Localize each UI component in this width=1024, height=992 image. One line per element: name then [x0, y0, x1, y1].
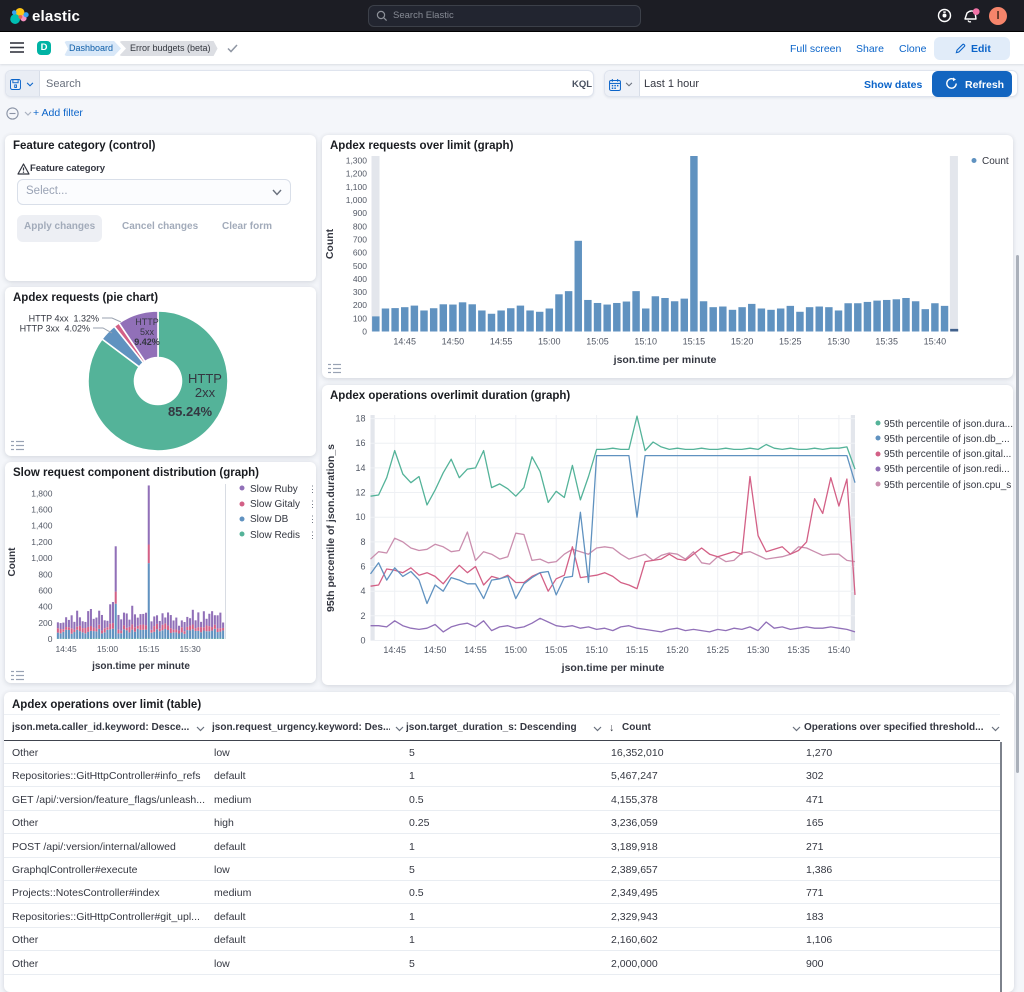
- svg-text:15:25: 15:25: [706, 645, 729, 655]
- svg-text:15:00: 15:00: [97, 644, 119, 654]
- svg-text:900: 900: [353, 208, 367, 218]
- svg-text:15:30: 15:30: [827, 337, 850, 347]
- svg-text:400: 400: [38, 602, 52, 612]
- svg-text:1,200: 1,200: [346, 169, 368, 179]
- svg-text:400: 400: [353, 274, 367, 284]
- svg-text:⋮: ⋮: [308, 484, 316, 494]
- svg-text:14:45: 14:45: [393, 337, 416, 347]
- svg-text:5xx: 5xx: [140, 327, 155, 337]
- svg-text:15:20: 15:20: [731, 337, 754, 347]
- svg-text:HTTP 4xx 1.32%: HTTP 4xx 1.32%: [29, 314, 99, 324]
- svg-text:15:30: 15:30: [179, 644, 201, 654]
- svg-text:600: 600: [38, 586, 52, 596]
- svg-text:0: 0: [362, 327, 367, 337]
- svg-text:⋮: ⋮: [308, 514, 316, 524]
- svg-text:1,400: 1,400: [31, 521, 53, 531]
- svg-text:85.24%: 85.24%: [168, 404, 213, 419]
- svg-text:15:15: 15:15: [138, 644, 160, 654]
- svg-text:15:05: 15:05: [586, 337, 609, 347]
- svg-text:95th percentile of json.durati: 95th percentile of json.duration_s: [325, 444, 337, 612]
- svg-text:15:30: 15:30: [747, 645, 770, 655]
- svg-text:Count: Count: [982, 156, 1009, 167]
- svg-text:15:40: 15:40: [924, 337, 947, 347]
- svg-text:8: 8: [360, 537, 365, 547]
- svg-text:700: 700: [353, 235, 367, 245]
- svg-text:14:50: 14:50: [442, 337, 465, 347]
- svg-text:600: 600: [353, 248, 367, 258]
- svg-text:95th percentile of json.dura..: 95th percentile of json.dura...: [884, 419, 1013, 430]
- svg-text:14:50: 14:50: [424, 645, 447, 655]
- svg-text:json.time per minute: json.time per minute: [613, 354, 717, 366]
- svg-text:18: 18: [355, 414, 365, 424]
- svg-text:15:25: 15:25: [779, 337, 802, 347]
- svg-text:14:55: 14:55: [490, 337, 513, 347]
- svg-text:10: 10: [355, 512, 365, 522]
- svg-text:1,000: 1,000: [31, 553, 53, 563]
- svg-text:14:45: 14:45: [55, 644, 77, 654]
- svg-text:json.time per minute: json.time per minute: [91, 661, 190, 672]
- svg-text:Slow Gitaly: Slow Gitaly: [250, 499, 300, 510]
- svg-text:15:35: 15:35: [787, 645, 810, 655]
- svg-text:1,600: 1,600: [31, 505, 53, 515]
- svg-text:6: 6: [360, 562, 365, 572]
- svg-text:2: 2: [360, 611, 365, 621]
- svg-text:15:00: 15:00: [538, 337, 561, 347]
- svg-text:1,200: 1,200: [31, 537, 53, 547]
- svg-text:Slow DB: Slow DB: [250, 514, 289, 525]
- svg-text:95th percentile of json.redi..: 95th percentile of json.redi...: [884, 464, 1010, 475]
- svg-text:15:10: 15:10: [634, 337, 657, 347]
- svg-text:12: 12: [355, 488, 365, 498]
- svg-text:95th percentile of json.cpu_s: 95th percentile of json.cpu_s: [884, 480, 1011, 491]
- svg-text:16: 16: [355, 438, 365, 448]
- svg-text:1,800: 1,800: [31, 488, 53, 498]
- svg-text:HTTP: HTTP: [135, 317, 159, 327]
- svg-text:95th percentile of json.gital.: 95th percentile of json.gital...: [884, 449, 1011, 460]
- svg-text:2xx: 2xx: [195, 385, 216, 400]
- svg-text:15:40: 15:40: [828, 645, 851, 655]
- svg-text:HTTP: HTTP: [188, 371, 222, 386]
- svg-text:200: 200: [353, 300, 367, 310]
- svg-text:15:10: 15:10: [585, 645, 608, 655]
- svg-text:300: 300: [353, 287, 367, 297]
- svg-text:1,000: 1,000: [346, 195, 368, 205]
- svg-text:1,100: 1,100: [346, 182, 368, 192]
- svg-text:Count: Count: [7, 547, 18, 577]
- svg-text:Slow Ruby: Slow Ruby: [250, 484, 298, 495]
- svg-text:15:20: 15:20: [666, 645, 689, 655]
- svg-text:9.42%: 9.42%: [134, 337, 160, 347]
- svg-text:HTTP 3xx 4.02%: HTTP 3xx 4.02%: [20, 324, 90, 334]
- svg-text:200: 200: [38, 618, 52, 628]
- svg-text:0: 0: [360, 636, 365, 646]
- svg-text:1,300: 1,300: [346, 156, 368, 166]
- svg-text:15:00: 15:00: [505, 645, 528, 655]
- svg-text:800: 800: [38, 569, 52, 579]
- svg-text:json.time per minute: json.time per minute: [561, 662, 665, 674]
- svg-text:95th percentile of json.db_...: 95th percentile of json.db_...: [884, 434, 1010, 445]
- svg-text:500: 500: [353, 261, 367, 271]
- svg-text:14:45: 14:45: [383, 645, 406, 655]
- svg-text:Count: Count: [324, 228, 336, 259]
- svg-text:100: 100: [353, 313, 367, 323]
- svg-text:800: 800: [353, 221, 367, 231]
- svg-text:⋮: ⋮: [308, 499, 316, 509]
- svg-text:15:15: 15:15: [683, 337, 706, 347]
- svg-text:Slow Redis: Slow Redis: [250, 530, 300, 541]
- svg-text:4: 4: [360, 586, 365, 596]
- svg-text:15:35: 15:35: [875, 337, 898, 347]
- svg-text:14: 14: [355, 463, 365, 473]
- svg-text:⋮: ⋮: [308, 530, 316, 540]
- svg-text:14:55: 14:55: [464, 645, 487, 655]
- svg-text:15:05: 15:05: [545, 645, 568, 655]
- svg-text:15:15: 15:15: [626, 645, 649, 655]
- svg-text:0: 0: [48, 634, 53, 644]
